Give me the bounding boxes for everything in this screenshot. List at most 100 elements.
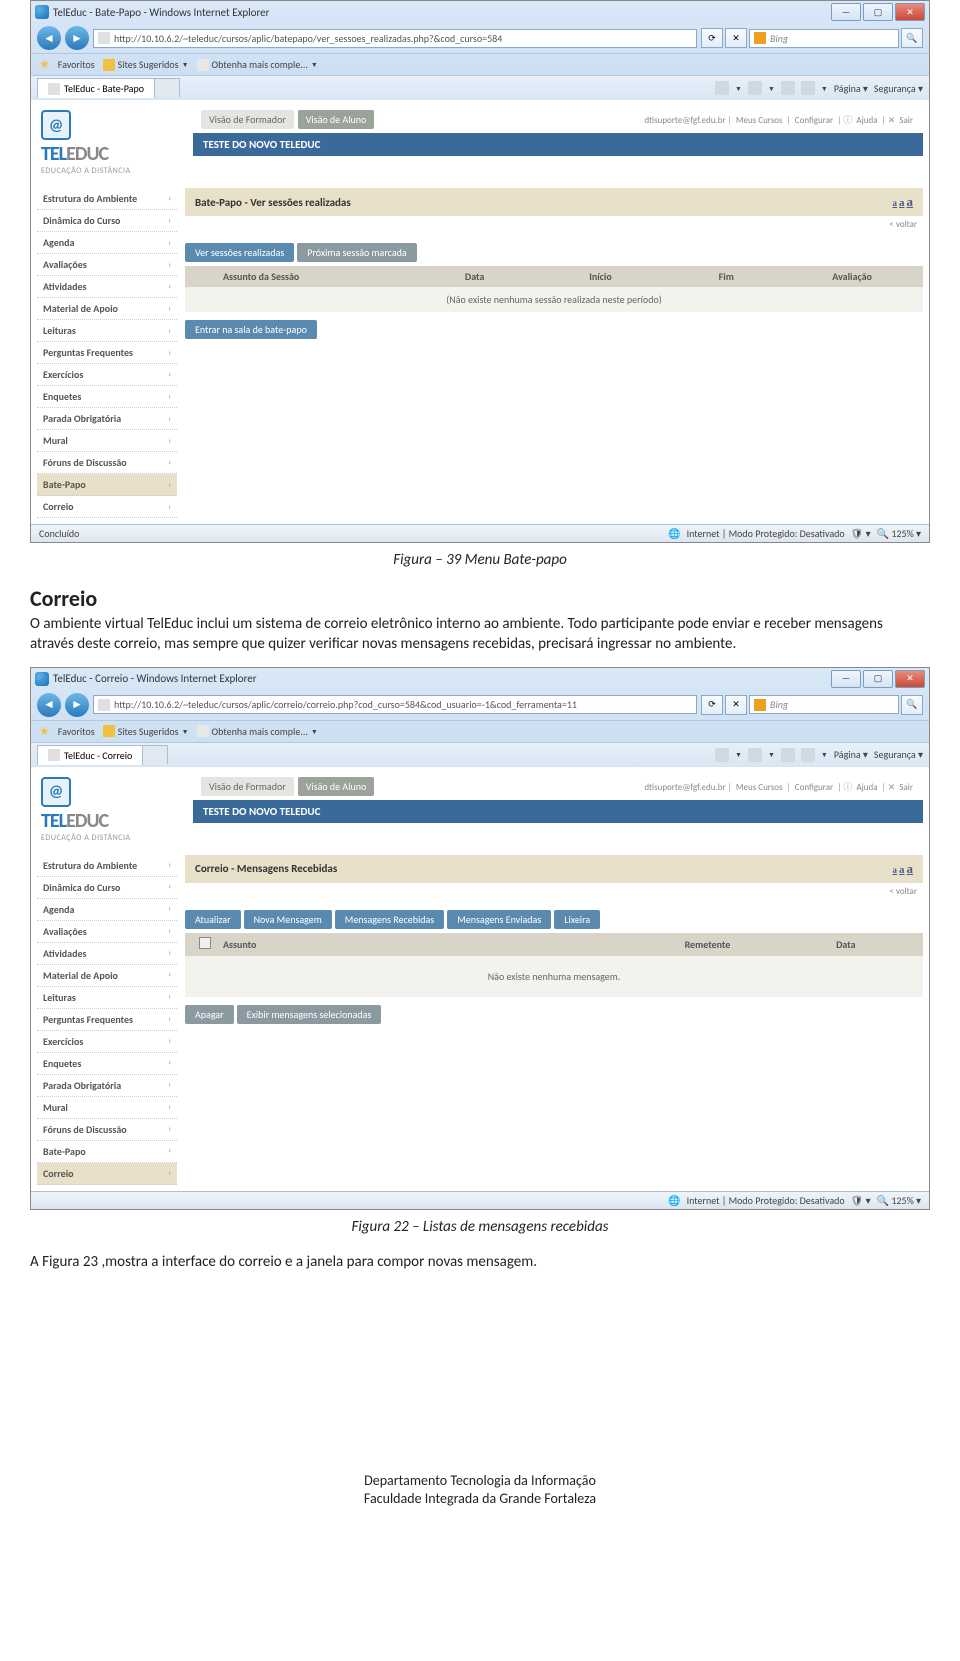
favorites-label[interactable]: Favoritos: [58, 58, 95, 71]
zoom-control[interactable]: 🔍 125% ▾: [877, 527, 921, 540]
minimize-button[interactable]: —: [831, 3, 861, 21]
tab-lixeira[interactable]: Lixeira: [554, 910, 600, 929]
sidebar-item-perguntas[interactable]: Perguntas Frequentes›: [37, 342, 177, 364]
obtenha-link[interactable]: Obtenha mais comple... ▼: [197, 58, 318, 71]
visao-aluno-tab[interactable]: Visão de Aluno: [298, 110, 375, 129]
close-button[interactable]: ✕: [895, 3, 925, 21]
sidebar-item-exercicios[interactable]: Exercícios›: [37, 1031, 177, 1053]
stop-button[interactable]: ✕: [725, 28, 747, 48]
maximize-button[interactable]: ▢: [863, 670, 893, 688]
browser-tab[interactable]: TelEduc - Correio: [37, 745, 143, 765]
sidebar-item-batepapo[interactable]: Bate-Papo›: [37, 1141, 177, 1163]
back-button[interactable]: ◄: [37, 26, 61, 50]
stop-button[interactable]: ✕: [725, 695, 747, 715]
sidebar-item-perguntas[interactable]: Perguntas Frequentes›: [37, 1009, 177, 1031]
sidebar-item-enquetes[interactable]: Enquetes›: [37, 386, 177, 408]
visao-formador-tab[interactable]: Visão de Formador: [201, 110, 294, 129]
favorites-label[interactable]: Favoritos: [58, 725, 95, 738]
feeds-icon[interactable]: [748, 748, 762, 762]
sidebar-item-avaliacoes[interactable]: Avaliações›: [37, 921, 177, 943]
sites-sugeridos-link[interactable]: Sites Sugeridos ▼: [103, 58, 189, 71]
sidebar-item-exercicios[interactable]: Exercícios›: [37, 364, 177, 386]
favorites-star-icon[interactable]: ★: [39, 724, 50, 739]
ajuda-link[interactable]: Ajuda: [856, 115, 877, 126]
protected-mode-icon[interactable]: 🛡 ▾: [851, 527, 871, 540]
sidebar-item-leituras[interactable]: Leituras›: [37, 987, 177, 1009]
sidebar-item-estrutura[interactable]: Estrutura do Ambiente›: [37, 855, 177, 877]
voltar-link[interactable]: < voltar: [185, 216, 923, 233]
sidebar-item-dinamica[interactable]: Dinâmica do Curso›: [37, 210, 177, 232]
print-icon[interactable]: [801, 81, 815, 95]
forward-button[interactable]: ►: [65, 26, 89, 50]
tab-ver-sessoes[interactable]: Ver sessões realizadas: [185, 243, 294, 262]
home-icon[interactable]: [715, 748, 729, 762]
refresh-button[interactable]: ⟳: [701, 695, 723, 715]
configurar-link[interactable]: Configurar: [795, 782, 833, 793]
visao-formador-tab[interactable]: Visão de Formador: [201, 777, 294, 796]
tab-recebidas[interactable]: Mensagens Recebidas: [335, 910, 444, 929]
mail-icon[interactable]: [781, 81, 795, 95]
sidebar-item-dinamica[interactable]: Dinâmica do Curso›: [37, 877, 177, 899]
sidebar-item-correio[interactable]: Correio›: [37, 1163, 177, 1185]
minimize-button[interactable]: —: [831, 670, 861, 688]
sidebar-item-material[interactable]: Material de Apoio›: [37, 298, 177, 320]
page-menu[interactable]: Página ▾: [834, 82, 868, 95]
print-icon[interactable]: [801, 748, 815, 762]
search-box[interactable]: Bing: [749, 29, 899, 48]
configurar-link[interactable]: Configurar: [795, 115, 833, 126]
search-go-button[interactable]: 🔍: [901, 28, 923, 48]
tab-enviadas[interactable]: Mensagens Enviadas: [447, 910, 551, 929]
sidebar-item-avaliacoes[interactable]: Avaliações›: [37, 254, 177, 276]
tab-proxima-sessao[interactable]: Próxima sessão marcada: [297, 243, 416, 262]
sidebar-item-mural[interactable]: Mural›: [37, 1097, 177, 1119]
meus-cursos-link[interactable]: Meus Cursos: [736, 115, 783, 126]
refresh-button[interactable]: ⟳: [701, 28, 723, 48]
close-button[interactable]: ✕: [895, 670, 925, 688]
obtenha-link[interactable]: Obtenha mais comple... ▼: [197, 725, 318, 738]
meus-cursos-link[interactable]: Meus Cursos: [736, 782, 783, 793]
search-box[interactable]: Bing: [749, 695, 899, 714]
back-button[interactable]: ◄: [37, 693, 61, 717]
sidebar-item-enquetes[interactable]: Enquetes›: [37, 1053, 177, 1075]
sair-link[interactable]: Sair: [899, 782, 913, 793]
sidebar-item-estrutura[interactable]: Estrutura do Ambiente›: [37, 188, 177, 210]
sidebar-item-leituras[interactable]: Leituras›: [37, 320, 177, 342]
tab-nova-mensagem[interactable]: Nova Mensagem: [244, 910, 332, 929]
sites-sugeridos-link[interactable]: Sites Sugeridos ▼: [103, 725, 189, 738]
ajuda-link[interactable]: Ajuda: [856, 782, 877, 793]
font-size-controls[interactable]: aaa: [891, 861, 914, 877]
mail-icon[interactable]: [781, 748, 795, 762]
visao-aluno-tab[interactable]: Visão de Aluno: [298, 777, 375, 796]
forward-button[interactable]: ►: [65, 693, 89, 717]
sidebar-item-foruns[interactable]: Fóruns de Discussão›: [37, 452, 177, 474]
entrar-sala-button[interactable]: Entrar na sala de bate-papo: [185, 320, 317, 339]
maximize-button[interactable]: ▢: [863, 3, 893, 21]
security-menu[interactable]: Segurança ▾: [874, 82, 923, 95]
home-icon[interactable]: [715, 81, 729, 95]
address-bar[interactable]: http://10.10.6.2/~teleduc/cursos/aplic/b…: [93, 29, 697, 48]
sair-link[interactable]: Sair: [899, 115, 913, 126]
sidebar-item-parada[interactable]: Parada Obrigatória›: [37, 408, 177, 430]
font-size-controls[interactable]: aaa: [891, 194, 914, 210]
sidebar-item-material[interactable]: Material de Apoio›: [37, 965, 177, 987]
browser-tab[interactable]: TelEduc - Bate-Papo: [37, 78, 155, 98]
sidebar-item-agenda[interactable]: Agenda›: [37, 232, 177, 254]
sidebar-item-parada[interactable]: Parada Obrigatória›: [37, 1075, 177, 1097]
new-tab-button[interactable]: [154, 78, 180, 97]
protected-mode-icon[interactable]: 🛡 ▾: [851, 1194, 871, 1207]
new-tab-button[interactable]: [142, 745, 168, 764]
tab-atualizar[interactable]: Atualizar: [185, 910, 241, 929]
sidebar-item-foruns[interactable]: Fóruns de Discussão›: [37, 1119, 177, 1141]
sidebar-item-mural[interactable]: Mural›: [37, 430, 177, 452]
sidebar-item-atividades[interactable]: Atividades›: [37, 943, 177, 965]
zoom-control[interactable]: 🔍 125% ▾: [877, 1194, 921, 1207]
feeds-icon[interactable]: [748, 81, 762, 95]
security-menu[interactable]: Segurança ▾: [874, 748, 923, 761]
favorites-star-icon[interactable]: ★: [39, 57, 50, 72]
apagar-button[interactable]: Apagar: [185, 1005, 234, 1024]
sidebar-item-atividades[interactable]: Atividades›: [37, 276, 177, 298]
sidebar-item-correio[interactable]: Correio›: [37, 496, 177, 518]
sidebar-item-batepapo[interactable]: Bate-Papo›: [37, 474, 177, 496]
sidebar-item-agenda[interactable]: Agenda›: [37, 899, 177, 921]
voltar-link[interactable]: < voltar: [185, 883, 923, 900]
